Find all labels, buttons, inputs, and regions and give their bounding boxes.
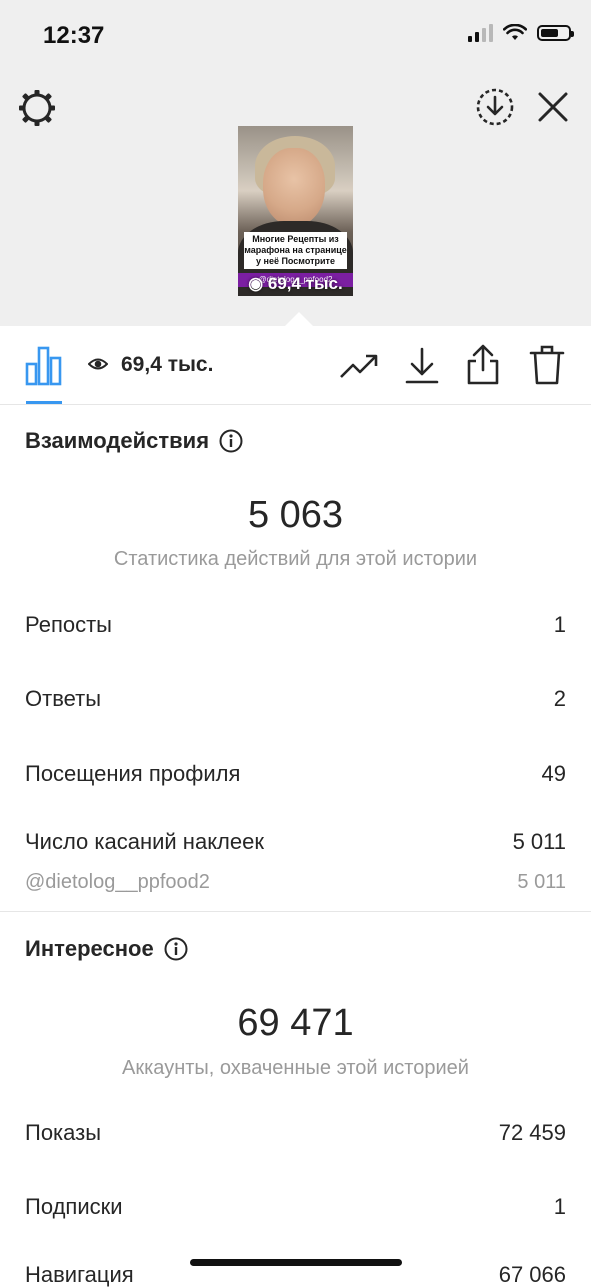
wifi-icon — [503, 24, 527, 40]
eye-icon — [88, 358, 108, 370]
stat-row-reposts: Репосты 1 — [25, 612, 566, 638]
interactions-section-title: Взаимодействия — [25, 428, 243, 454]
stat-value: 72 459 — [498, 1120, 566, 1145]
discovery-caption: Аккаунты, охваченные этой историей — [122, 1057, 469, 1079]
stat-row-sticker-mention[interactable]: @dietolog__ppfood2 5 011 — [25, 871, 566, 894]
stat-value: 5 011 — [512, 829, 566, 854]
stat-value: 67 066 — [498, 1262, 566, 1287]
thumbnail-views-count: 69,4 тыс. — [267, 274, 343, 293]
info-icon[interactable] — [219, 429, 243, 453]
stat-label: Ответы — [25, 686, 102, 711]
discovery-title-text: Интересное — [25, 936, 154, 961]
thumbnail-views: ◉ 69,4 тыс. — [238, 274, 353, 294]
promote-trend-icon[interactable] — [338, 348, 380, 384]
stat-value: 5 011 — [517, 871, 566, 893]
section-divider — [0, 911, 591, 912]
story-preview-area: 12:37 Многие Рецепты из марафона на стра… — [0, 0, 591, 327]
home-indicator[interactable] — [190, 1259, 402, 1266]
stat-value: 1 — [553, 612, 566, 637]
stat-value: 2 — [553, 686, 566, 711]
story-toolbar: 69,4 тыс. — [0, 326, 591, 405]
viewers-count[interactable]: 69,4 тыс. — [121, 353, 213, 377]
save-story-icon[interactable] — [474, 86, 516, 128]
stat-label: Навигация — [25, 1262, 134, 1287]
stat-label: Репосты — [25, 612, 112, 637]
stat-value: 49 — [541, 761, 566, 786]
interactions-caption: Статистика действий для этой истории — [113, 548, 478, 570]
insights-bar-chart-icon[interactable] — [24, 344, 64, 386]
stat-label: Число касаний наклеек — [25, 829, 264, 854]
stat-row-sticker-taps: Число касаний наклеек 5 011 — [25, 829, 566, 855]
status-time: 12:37 — [43, 22, 105, 49]
stat-label: Подписки — [25, 1194, 123, 1219]
stat-label: Показы — [25, 1120, 102, 1145]
info-icon[interactable] — [164, 937, 188, 961]
stat-row-profile-visits: Посещения профиля 49 — [25, 761, 566, 787]
interactions-total: 5 063 — [247, 494, 344, 536]
discovery-section-title: Интересное — [25, 936, 188, 962]
share-icon[interactable] — [465, 344, 501, 386]
story-thumbnail[interactable]: Многие Рецепты из марафона на странице у… — [238, 126, 353, 296]
signal-icon — [468, 24, 493, 42]
stat-value: 1 — [553, 1194, 566, 1219]
battery-icon — [537, 25, 574, 41]
status-icons — [468, 24, 574, 42]
story-caption-sticker: Многие Рецепты из марафона на странице у… — [244, 232, 347, 269]
stat-row-follows: Подписки 1 — [25, 1194, 566, 1220]
thumbnail-face — [263, 148, 325, 226]
insights-tab-indicator — [26, 401, 62, 404]
stat-label: @dietolog__ppfood2 — [25, 871, 210, 893]
stat-row-impressions: Показы 72 459 — [25, 1120, 566, 1146]
delete-trash-icon[interactable] — [529, 344, 565, 386]
interactions-title-text: Взаимодействия — [25, 428, 210, 453]
eye-icon: ◉ — [248, 274, 264, 293]
stat-label: Посещения профиля — [25, 761, 241, 786]
thumbnail-pointer — [284, 312, 314, 327]
discovery-total: 69 471 — [237, 1002, 354, 1044]
close-icon[interactable] — [534, 88, 572, 126]
settings-gear-icon[interactable] — [17, 88, 57, 128]
stat-row-replies: Ответы 2 — [25, 686, 566, 712]
download-icon[interactable] — [404, 346, 440, 386]
